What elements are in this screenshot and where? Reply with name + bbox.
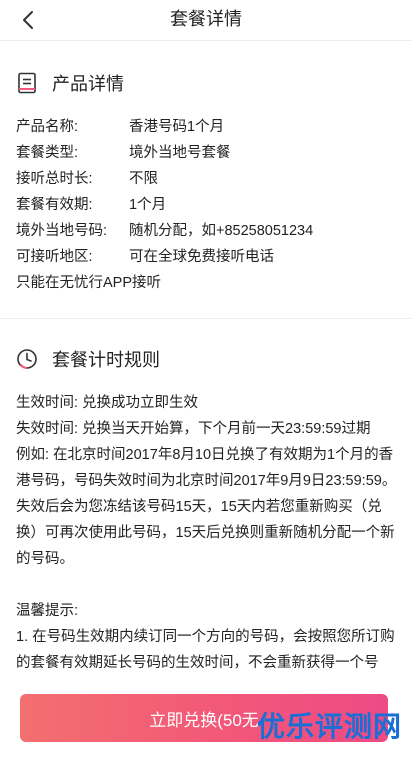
rule-example: 例如: 在北京时间2017年8月10日兑换了有效期为1个月的香港号码，号码失效时… <box>16 447 397 489</box>
row-label: 套餐有效期: <box>16 197 93 213</box>
rule-freeze: 失效后会为您冻结该号码15天，15天内若您重新购买（兑换）可再次使用此号码，15… <box>16 499 395 567</box>
row-value: 香港号码1个月 <box>129 119 225 135</box>
bottom-action-bar: 立即兑换(50无 优乐评测网 <box>0 688 412 759</box>
row-label: 境外当地号码: <box>16 223 108 239</box>
row-label: 接听总时长: <box>16 171 93 187</box>
section-title: 套餐计时规则 <box>52 350 160 370</box>
detail-row-talk-time: 接听总时长: 不限 <box>0 166 412 192</box>
detail-row-product-name: 产品名称: 香港号码1个月 <box>0 114 412 140</box>
watermark: 优乐评测网 <box>256 711 402 742</box>
clock-icon <box>17 349 37 369</box>
row-value: 随机分配，如+85258051234 <box>129 223 314 239</box>
row-label: 套餐类型: <box>16 145 79 161</box>
section-title: 产品详情 <box>52 74 124 94</box>
product-detail-header: 产品详情 <box>0 69 412 97</box>
timing-rules-header: 套餐计时规则 <box>0 345 412 373</box>
document-icon <box>18 72 36 94</box>
product-detail-section: 产品详情 产品名称: 香港号码1个月 套餐类型: 境外当地号套餐 接听总时长: … <box>0 41 412 319</box>
app-note: 只能在无忧行APP接听 <box>16 275 162 291</box>
detail-row-local-number: 境外当地号码: 随机分配，如+85258051234 <box>0 218 412 244</box>
timing-rules-section: 套餐计时规则 生效时间: 兑换成功立即生效 失效时间: 兑换当天开始算，下个月前… <box>0 319 412 676</box>
detail-row-plan-type: 套餐类型: 境外当地号套餐 <box>0 140 412 166</box>
row-label: 可接听地区: <box>16 249 93 265</box>
detail-row-coverage: 可接听地区: 可在全球免费接听电话 <box>0 244 412 270</box>
redeem-button-label: 立即兑换(50无 <box>149 710 259 730</box>
row-value: 境外当地号套餐 <box>129 145 231 161</box>
row-value: 可在全球免费接听电话 <box>129 249 274 265</box>
row-label: 产品名称: <box>16 119 79 135</box>
detail-row-validity: 套餐有效期: 1个月 <box>0 192 412 218</box>
nav-bar: 套餐详情 <box>0 0 412 41</box>
row-value: 不限 <box>129 171 158 187</box>
rule-effective-time: 生效时间: 兑换成功立即生效 <box>16 395 199 411</box>
tips-title: 温馨提示: <box>16 603 79 619</box>
tip-item: 1. 在号码生效期内续订同一个方向的号码，会按照您所订购的套餐有效期延长号码的生… <box>16 629 395 671</box>
product-detail-list: 产品名称: 香港号码1个月 套餐类型: 境外当地号套餐 接听总时长: 不限 套餐… <box>0 114 412 296</box>
rules-text: 生效时间: 兑换成功立即生效 失效时间: 兑换当天开始算，下个月前一天23:59… <box>0 390 412 676</box>
row-value: 1个月 <box>129 197 167 213</box>
scroll-content[interactable]: 产品详情 产品名称: 香港号码1个月 套餐类型: 境外当地号套餐 接听总时长: … <box>0 41 412 676</box>
rule-expiry-time: 失效时间: 兑换当天开始算，下个月前一天23:59:59过期 <box>16 421 371 437</box>
page-title: 套餐详情 <box>170 9 242 29</box>
